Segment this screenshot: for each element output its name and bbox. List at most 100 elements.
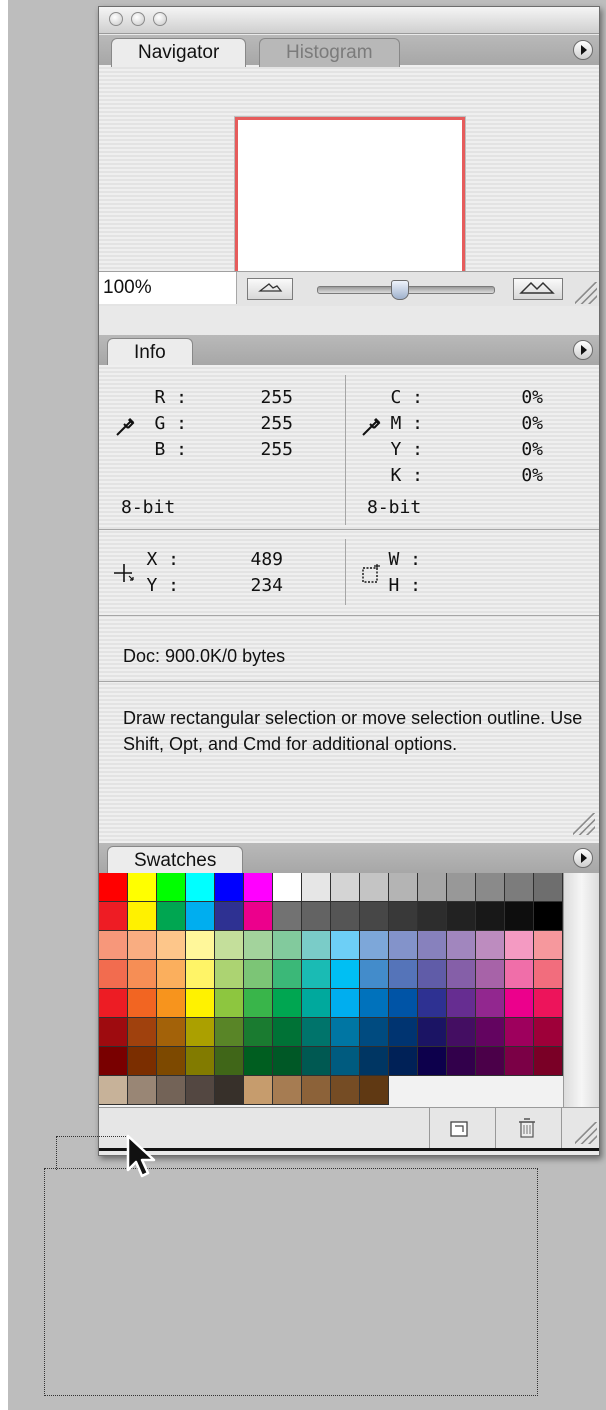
color-swatch[interactable] — [186, 1047, 215, 1076]
color-swatch[interactable] — [418, 1018, 447, 1047]
color-swatch[interactable] — [128, 1047, 157, 1076]
color-swatch[interactable] — [215, 989, 244, 1018]
color-swatch[interactable] — [331, 1076, 360, 1105]
color-swatch[interactable] — [244, 902, 273, 931]
eyedropper-icon[interactable] — [113, 415, 137, 439]
color-swatch[interactable] — [505, 1018, 534, 1047]
color-swatch[interactable] — [534, 1018, 563, 1047]
color-swatch[interactable] — [215, 1047, 244, 1076]
new-swatch-icon[interactable] — [445, 1116, 475, 1142]
color-swatch[interactable] — [389, 1018, 418, 1047]
color-swatch[interactable] — [215, 931, 244, 960]
color-swatch[interactable] — [244, 960, 273, 989]
color-swatch[interactable] — [157, 989, 186, 1018]
panel-menu-icon[interactable] — [573, 848, 593, 868]
resize-grip-icon[interactable] — [573, 813, 595, 835]
color-swatch[interactable] — [273, 902, 302, 931]
color-swatch[interactable] — [505, 902, 534, 931]
zoom-button[interactable] — [153, 12, 167, 26]
color-swatch[interactable] — [418, 902, 447, 931]
color-swatch[interactable] — [302, 902, 331, 931]
color-swatch[interactable] — [302, 1018, 331, 1047]
color-swatch[interactable] — [389, 902, 418, 931]
color-swatch[interactable] — [157, 1076, 186, 1105]
color-swatch[interactable] — [99, 1047, 128, 1076]
color-swatch[interactable] — [302, 1076, 331, 1105]
color-swatch[interactable] — [331, 989, 360, 1018]
color-swatch[interactable] — [215, 873, 244, 902]
color-swatch[interactable] — [331, 902, 360, 931]
color-swatch[interactable] — [157, 1047, 186, 1076]
color-swatch[interactable] — [157, 1018, 186, 1047]
color-swatch[interactable] — [505, 960, 534, 989]
panel-menu-icon[interactable] — [573, 40, 593, 60]
color-swatch[interactable] — [476, 960, 505, 989]
color-swatch[interactable] — [244, 1047, 273, 1076]
color-swatch[interactable] — [447, 960, 476, 989]
color-swatch[interactable] — [418, 873, 447, 902]
color-swatch[interactable] — [273, 873, 302, 902]
color-swatch[interactable] — [505, 1047, 534, 1076]
color-swatch[interactable] — [186, 960, 215, 989]
tab-histogram[interactable]: Histogram — [259, 38, 400, 67]
color-swatch[interactable] — [157, 931, 186, 960]
eyedropper-icon[interactable] — [359, 415, 383, 439]
color-swatch[interactable] — [360, 1018, 389, 1047]
color-swatch[interactable] — [360, 873, 389, 902]
color-swatch[interactable] — [505, 873, 534, 902]
color-swatch[interactable] — [244, 989, 273, 1018]
color-swatch[interactable] — [128, 989, 157, 1018]
minimize-button[interactable] — [131, 12, 145, 26]
color-swatch[interactable] — [534, 873, 563, 902]
color-swatch[interactable] — [360, 989, 389, 1018]
color-swatch[interactable] — [99, 873, 128, 902]
panel-menu-icon[interactable] — [573, 340, 593, 360]
color-swatch[interactable] — [331, 960, 360, 989]
color-swatch[interactable] — [476, 931, 505, 960]
color-swatch[interactable] — [302, 989, 331, 1018]
color-swatch[interactable] — [128, 1076, 157, 1105]
color-swatch[interactable] — [302, 931, 331, 960]
color-swatch[interactable] — [128, 902, 157, 931]
color-swatch[interactable] — [273, 960, 302, 989]
tab-info[interactable]: Info — [107, 338, 193, 367]
color-swatch[interactable] — [215, 1076, 244, 1105]
color-swatch[interactable] — [476, 1018, 505, 1047]
resize-grip-icon[interactable] — [575, 1122, 597, 1144]
color-swatch[interactable] — [476, 873, 505, 902]
zoom-in-button[interactable] — [513, 278, 563, 300]
color-swatch[interactable] — [99, 960, 128, 989]
zoom-slider-thumb[interactable] — [391, 280, 409, 300]
color-swatch[interactable] — [447, 989, 476, 1018]
color-swatch[interactable] — [505, 989, 534, 1018]
zoom-field[interactable]: 100% — [99, 272, 237, 304]
color-swatch[interactable] — [331, 931, 360, 960]
color-swatch[interactable] — [99, 1018, 128, 1047]
color-swatch[interactable] — [447, 931, 476, 960]
color-swatch[interactable] — [534, 960, 563, 989]
color-swatch[interactable] — [389, 931, 418, 960]
color-swatch[interactable] — [186, 1018, 215, 1047]
color-swatch[interactable] — [128, 960, 157, 989]
color-swatch[interactable] — [418, 931, 447, 960]
color-swatch[interactable] — [331, 1047, 360, 1076]
color-swatch[interactable] — [360, 902, 389, 931]
color-swatch[interactable] — [186, 989, 215, 1018]
color-swatch[interactable] — [186, 873, 215, 902]
close-button[interactable] — [109, 12, 123, 26]
color-swatch[interactable] — [534, 931, 563, 960]
color-swatch[interactable] — [476, 1047, 505, 1076]
color-swatch[interactable] — [215, 960, 244, 989]
color-swatch[interactable] — [302, 873, 331, 902]
color-swatch[interactable] — [534, 989, 563, 1018]
title-bar[interactable] — [99, 7, 599, 34]
color-swatch[interactable] — [157, 902, 186, 931]
color-swatch[interactable] — [476, 989, 505, 1018]
color-swatch[interactable] — [505, 931, 534, 960]
swatch-scrollbar[interactable] — [563, 873, 599, 1107]
color-swatch[interactable] — [99, 931, 128, 960]
color-swatch[interactable] — [447, 1047, 476, 1076]
color-swatch[interactable] — [157, 873, 186, 902]
color-swatch[interactable] — [389, 873, 418, 902]
trash-icon[interactable] — [513, 1114, 541, 1142]
